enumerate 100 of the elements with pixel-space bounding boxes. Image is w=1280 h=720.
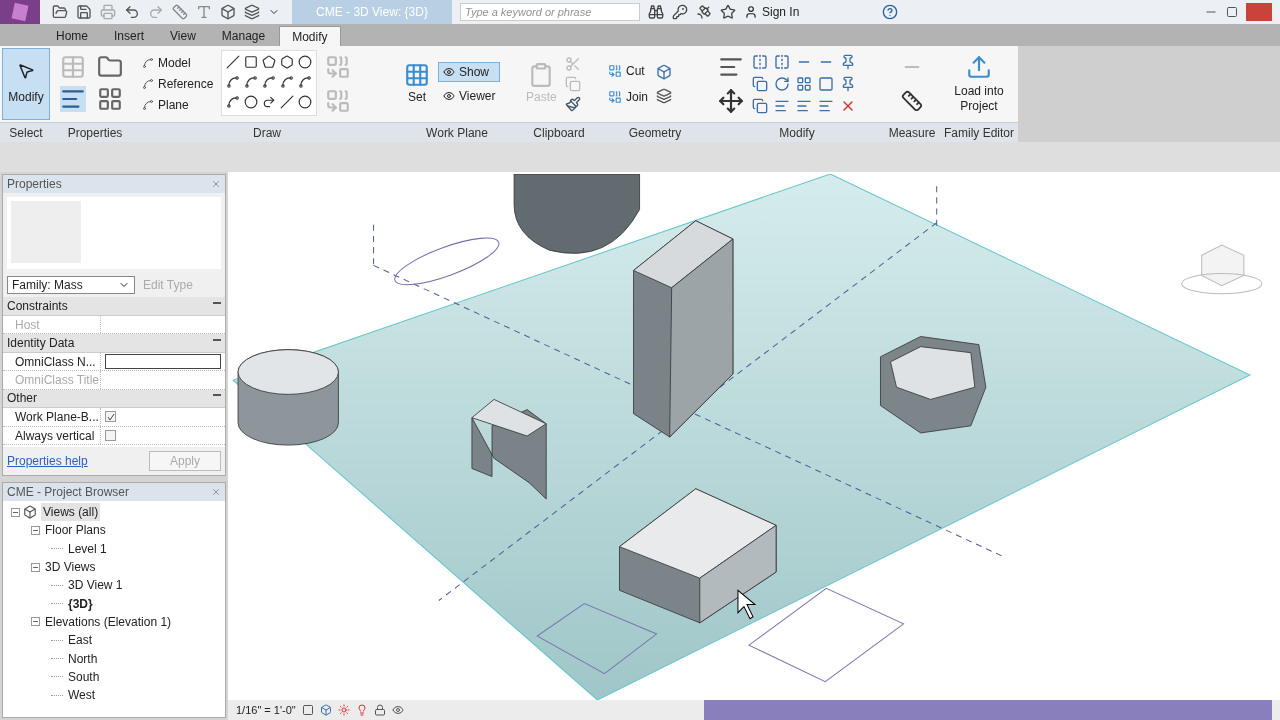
- ribbon-tab[interactable]: Insert: [102, 26, 157, 46]
- property-label: OmniClass Title: [3, 371, 101, 389]
- draw-tool-icon[interactable]: [244, 95, 259, 109]
- property-field[interactable]: [105, 353, 221, 369]
- properties-help-link[interactable]: Properties help: [7, 452, 88, 470]
- app-logo-icon[interactable]: [0, 0, 40, 24]
- modify-tool-icon[interactable]: [752, 54, 768, 70]
- draw-tool-icon[interactable]: [298, 75, 313, 89]
- collapse-icon[interactable]: [11, 507, 20, 517]
- modify-tool-icon[interactable]: [774, 98, 790, 114]
- modify-tool-icon[interactable]: [796, 76, 812, 92]
- draw-tool-icon[interactable]: [226, 75, 241, 89]
- family-types-icon[interactable]: [97, 54, 123, 80]
- panel-label: Modify: [710, 122, 884, 142]
- shadows-icon[interactable]: [355, 704, 368, 716]
- binoculars-icon[interactable]: [648, 4, 664, 20]
- draw-tool-icon[interactable]: [280, 55, 295, 69]
- curve-icon: [142, 99, 154, 111]
- key-icon[interactable]: [672, 4, 688, 20]
- geometry-option[interactable]: Cut: [608, 62, 648, 80]
- work-plane-option[interactable]: Viewer: [438, 86, 501, 106]
- tree-item[interactable]: 3D View 1: [66, 576, 125, 595]
- draw-tool-icon[interactable]: [226, 55, 241, 69]
- collapse-icon[interactable]: [31, 562, 40, 572]
- save-icon[interactable]: [76, 4, 92, 20]
- detail-level-icon[interactable]: [301, 704, 314, 716]
- draw-option[interactable]: Reference: [142, 75, 214, 93]
- modify-tool-icon[interactable]: [818, 76, 834, 92]
- draw-option[interactable]: Plane: [142, 96, 214, 114]
- panel-label: Family Editor: [940, 122, 1018, 142]
- draw-tool-icon[interactable]: [244, 75, 259, 89]
- measure-icon[interactable]: [901, 90, 923, 112]
- modify-button[interactable]: Modify: [2, 48, 50, 120]
- panel-label: Work Plane: [396, 122, 518, 142]
- hide-icon[interactable]: [391, 704, 404, 716]
- move-icon[interactable]: [718, 88, 744, 114]
- modify-tool-icon[interactable]: [774, 76, 790, 92]
- checkbox[interactable]: [105, 429, 116, 441]
- family-category-icon[interactable]: [97, 86, 123, 112]
- sun-path-icon[interactable]: [337, 704, 350, 716]
- open-icon[interactable]: [52, 4, 68, 20]
- visual-style-icon[interactable]: [319, 704, 332, 716]
- geometry-option[interactable]: Join: [608, 88, 648, 106]
- 3d-view-icon[interactable]: [220, 4, 236, 20]
- undo-icon[interactable]: [124, 4, 140, 20]
- satellite-icon[interactable]: [696, 4, 712, 20]
- modify-tool-icon[interactable]: [796, 98, 812, 114]
- work-plane-option[interactable]: Show: [438, 62, 501, 82]
- tree-item[interactable]: South: [66, 667, 102, 686]
- view-scale[interactable]: 1/16" = 1'-0": [236, 701, 296, 719]
- tree-item[interactable]: East: [66, 631, 94, 650]
- modify-tool-icon[interactable]: [752, 76, 768, 92]
- draw-tool-icon[interactable]: [298, 95, 313, 109]
- draw-option[interactable]: Model: [142, 54, 214, 72]
- tree-item[interactable]: North: [66, 649, 100, 668]
- tree-item[interactable]: West: [66, 686, 98, 705]
- draw-tool-icon[interactable]: [280, 95, 295, 109]
- modify-tool-icon[interactable]: [840, 54, 856, 70]
- sign-in-button[interactable]: Sign In: [744, 3, 874, 21]
- user-icon: [744, 5, 758, 19]
- text-icon[interactable]: [196, 4, 212, 20]
- tree-item[interactable]: {3D}: [66, 594, 95, 613]
- curve-icon: [142, 78, 154, 90]
- draw-tool-icon[interactable]: [280, 75, 295, 89]
- search-field[interactable]: Type a keyword or phrase: [460, 3, 640, 21]
- draw-tool-icon[interactable]: [298, 55, 313, 69]
- collapse-icon[interactable]: [31, 617, 40, 627]
- draw-tool-icon[interactable]: [262, 55, 277, 69]
- ribbon-tab[interactable]: Home: [44, 26, 100, 46]
- draw-tool-icon[interactable]: [226, 95, 241, 109]
- modify-tool-icon[interactable]: [752, 98, 768, 114]
- tree-item[interactable]: Level 1: [66, 539, 109, 558]
- ribbon-tab[interactable]: View: [158, 26, 208, 46]
- draw-tool-icon[interactable]: [262, 75, 277, 89]
- property-label: Always vertical: [3, 426, 101, 444]
- tree-item[interactable]: Elevations (Elevation 1): [43, 612, 174, 631]
- modify-tool-icon[interactable]: [840, 76, 856, 92]
- load-into-project-button[interactable]: Load into Project: [944, 54, 1014, 114]
- help-icon[interactable]: [882, 4, 898, 20]
- tree-item[interactable]: Views (all): [41, 503, 101, 522]
- collapse-icon[interactable]: [31, 525, 40, 535]
- windows-icon[interactable]: [244, 4, 260, 20]
- ribbon-tab[interactable]: Manage: [209, 26, 278, 46]
- checkbox[interactable]: [105, 411, 116, 423]
- modify-tool-icon[interactable]: [818, 98, 834, 114]
- restore-icon[interactable]: [1226, 6, 1238, 18]
- set-button[interactable]: Set: [404, 62, 430, 106]
- properties-icon[interactable]: [60, 86, 86, 112]
- star-icon[interactable]: [720, 4, 736, 20]
- split-face-icon[interactable]: [656, 64, 672, 80]
- family-dropdown[interactable]: Family: Mass: [7, 276, 135, 294]
- draw-tool-icon[interactable]: [262, 95, 277, 109]
- unjoin-icon[interactable]: [656, 88, 672, 104]
- tree-item[interactable]: Floor Plans: [43, 521, 108, 540]
- ribbon-tab[interactable]: Modify: [279, 26, 341, 46]
- lock-view-icon[interactable]: [373, 704, 386, 716]
- modify-tool-icon[interactable]: [774, 54, 790, 70]
- tree-item[interactable]: 3D Views: [43, 558, 98, 577]
- draw-tool-icon[interactable]: [244, 55, 259, 69]
- match-icon[interactable]: [564, 96, 581, 112]
